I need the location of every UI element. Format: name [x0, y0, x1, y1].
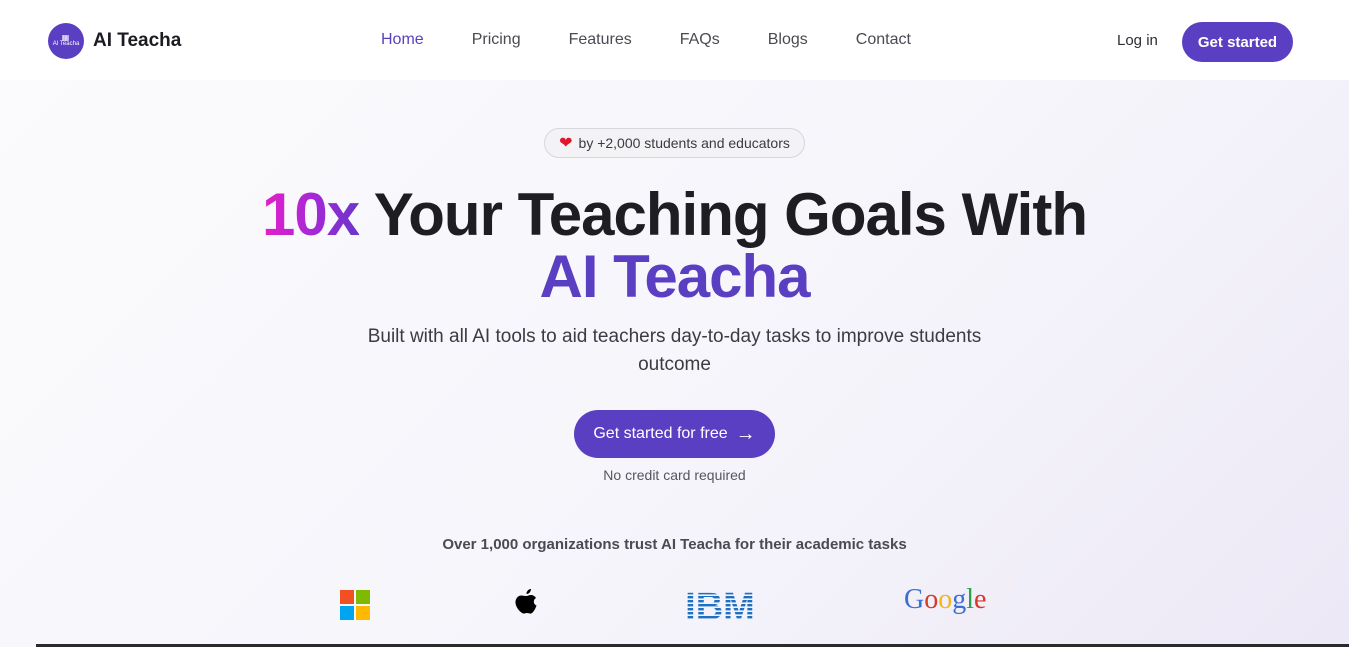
badge-text: by +2,000 students and educators	[578, 135, 790, 151]
ibm-logo: IBM	[680, 586, 760, 628]
headline-highlight: 10x	[262, 181, 360, 248]
trusted-logos-row: IBM Google	[0, 580, 1349, 630]
heart-icon: ❤	[559, 135, 573, 152]
top-navigation-bar: ▦ AI Teacha AI Teacha Home Pricing Featu…	[0, 0, 1349, 80]
logo-mark: ▦	[61, 33, 71, 42]
hero-section: ❤ by +2,000 students and educators 10x Y…	[0, 80, 1349, 647]
get-started-button[interactable]: Get started	[1182, 22, 1293, 62]
apple-logo	[512, 587, 540, 626]
headline-text: Your Teaching Goals With	[359, 181, 1088, 248]
hero-subtitle: Built with all AI tools to aid teachers …	[367, 326, 982, 375]
social-proof-badge: ❤ by +2,000 students and educators	[544, 128, 805, 158]
login-link[interactable]: Log in	[1117, 32, 1158, 49]
main-nav: Home Pricing Features FAQs Blogs Contact	[381, 31, 959, 49]
brand-logo-icon: ▦ AI Teacha	[48, 23, 84, 59]
brand-name: AI Teacha	[93, 30, 182, 51]
hero-headline: 10x Your Teaching Goals With AI Teacha	[0, 184, 1349, 308]
logo-text: AI Teacha	[52, 41, 80, 47]
ibm-logo-text: IBM	[685, 588, 755, 622]
brand[interactable]: ▦ AI Teacha AI Teacha	[48, 23, 181, 59]
cta-note: No credit card required	[603, 467, 746, 483]
nav-item-pricing[interactable]: Pricing	[472, 31, 521, 49]
microsoft-logo	[340, 590, 370, 620]
headline-brand: AI Teacha	[539, 243, 811, 310]
trust-statement: Over 1,000 organizations trust AI Teacha…	[442, 536, 907, 553]
get-started-free-button[interactable]: Get started for free →	[574, 410, 775, 458]
nav-item-home[interactable]: Home	[381, 31, 424, 49]
nav-item-blogs[interactable]: Blogs	[768, 31, 808, 49]
google-logo: Google	[904, 584, 987, 615]
nav-item-contact[interactable]: Contact	[856, 31, 911, 49]
arrow-right-icon: →	[735, 422, 756, 445]
nav-item-features[interactable]: Features	[569, 31, 632, 49]
cta-label: Get started for free	[593, 425, 728, 442]
nav-item-faqs[interactable]: FAQs	[680, 31, 720, 49]
